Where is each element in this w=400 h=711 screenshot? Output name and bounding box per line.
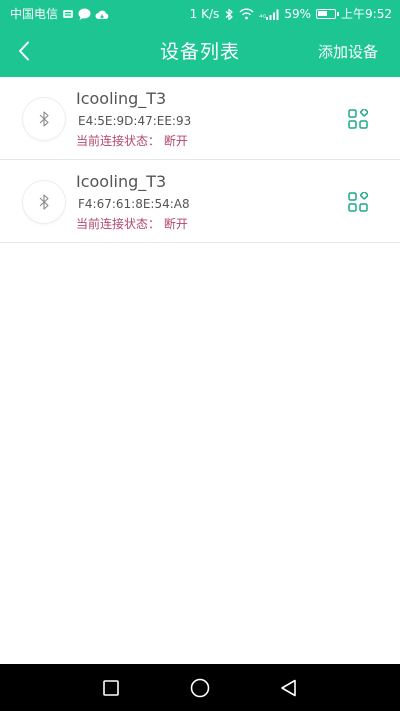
wifi-icon bbox=[239, 8, 254, 20]
grid-icon bbox=[348, 109, 368, 129]
connection-status: 当前连接状态： 断开 bbox=[76, 217, 188, 231]
device-name: Icooling_T3 bbox=[76, 172, 167, 191]
status-right: 1 K/s ⁴ᴳ 59% 上午9:52 bbox=[190, 0, 392, 28]
device-item[interactable]: Icooling_T3 E4:5E:9D:47:EE:93 当前连接状态： 断开 bbox=[0, 77, 400, 160]
device-list: Icooling_T3 E4:5E:9D:47:EE:93 当前连接状态： 断开… bbox=[0, 77, 400, 243]
app-header: 中国电信 1 K/s ⁴ᴳ 59% 上午9:52 设备列表 添加设备 bbox=[0, 0, 400, 77]
device-name: Icooling_T3 bbox=[76, 89, 167, 108]
sim-icon bbox=[62, 8, 74, 20]
status-bar: 中国电信 1 K/s ⁴ᴳ 59% 上午9:52 bbox=[0, 0, 400, 28]
clock: 上午9:52 bbox=[341, 7, 392, 21]
device-avatar bbox=[23, 98, 65, 140]
bluetooth-icon bbox=[37, 193, 51, 211]
device-item[interactable]: Icooling_T3 F4:67:61:8E:54:A8 当前连接状态： 断开 bbox=[0, 160, 400, 243]
battery-icon bbox=[316, 9, 340, 19]
signal-type: ⁴ᴳ bbox=[259, 12, 267, 22]
recent-apps-button[interactable] bbox=[81, 664, 141, 711]
add-device-button[interactable]: 添加设备 bbox=[318, 28, 378, 77]
home-button[interactable] bbox=[170, 664, 230, 711]
status-left: 中国电信 bbox=[10, 0, 109, 28]
bluetooth-icon bbox=[37, 110, 51, 128]
cloud-icon bbox=[95, 9, 109, 20]
chat-icon bbox=[78, 8, 91, 20]
bluetooth-icon bbox=[224, 8, 234, 21]
device-menu-button[interactable] bbox=[346, 190, 370, 214]
connection-status: 当前连接状态： 断开 bbox=[76, 134, 188, 148]
home-icon bbox=[190, 678, 210, 698]
system-nav-bar bbox=[0, 664, 400, 711]
recent-apps-icon bbox=[103, 679, 119, 696]
device-menu-button[interactable] bbox=[346, 107, 370, 131]
signal-icon: ⁴ᴳ bbox=[259, 7, 279, 22]
net-speed: 1 K/s bbox=[189, 7, 220, 21]
nav-back-button[interactable] bbox=[259, 664, 319, 711]
device-mac: F4:67:61:8E:54:A8 bbox=[78, 197, 190, 211]
battery-fill bbox=[318, 11, 327, 16]
grid-icon bbox=[348, 192, 368, 212]
carrier-label: 中国电信 bbox=[10, 7, 59, 21]
device-avatar bbox=[23, 181, 65, 223]
back-icon bbox=[280, 679, 298, 697]
toolbar: 设备列表 添加设备 bbox=[0, 28, 400, 77]
battery-percent: 59% bbox=[284, 7, 312, 21]
device-mac: E4:5E:9D:47:EE:93 bbox=[78, 114, 192, 128]
